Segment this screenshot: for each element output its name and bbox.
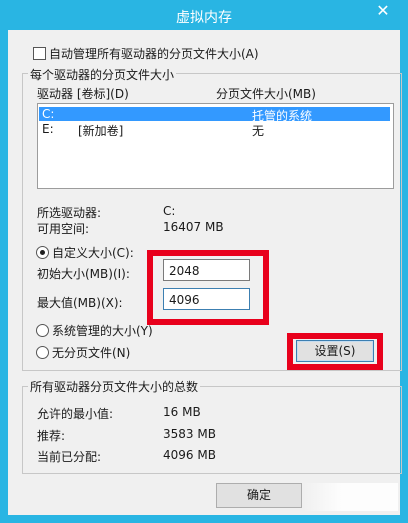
initial-size-label: 初始大小(MB)(I): — [37, 267, 130, 281]
highlight-box-size-inputs — [147, 250, 269, 325]
min-allowed-label: 允许的最小值: — [37, 407, 114, 421]
title-bar[interactable]: 虚拟内存 ✕ — [0, 0, 408, 30]
custom-size-label[interactable]: 自定义大小(C): — [52, 244, 134, 261]
no-paging-file-radio[interactable] — [36, 346, 49, 359]
window-frame-bottom — [0, 515, 408, 523]
free-space-label: 可用空间: — [37, 222, 90, 236]
drive-letter: C: — [42, 107, 55, 121]
custom-size-radio[interactable] — [36, 246, 49, 259]
selected-drive-value: C: — [163, 204, 176, 218]
auto-manage-label[interactable]: 自动管理所有驱动器的分页文件大小(A) — [49, 45, 259, 62]
drive-column-header: 驱动器 [卷标](D) — [37, 87, 129, 101]
free-space-value: 16407 MB — [163, 220, 224, 234]
currently-allocated-value: 4096 MB — [163, 448, 216, 462]
size-column-header: 分页文件大小(MB) — [216, 87, 316, 101]
watermark — [303, 483, 398, 511]
drive-volume-label: [新加卷] — [78, 124, 124, 138]
window-title: 虚拟内存 — [176, 10, 232, 26]
system-managed-label[interactable]: 系统管理的大小(Y) — [52, 322, 153, 339]
ok-button[interactable]: 确定 — [216, 483, 302, 508]
drive-letter: E: — [42, 122, 54, 136]
totals-group-title: 所有驱动器分页文件大小的总数 — [28, 378, 201, 395]
recommended-label: 推荐: — [37, 429, 66, 443]
drive-size: 无 — [252, 124, 265, 138]
per-drive-group-title: 每个驱动器的分页文件大小 — [28, 66, 177, 83]
no-paging-file-label[interactable]: 无分页文件(N) — [52, 344, 130, 361]
recommended-value: 3583 MB — [163, 427, 216, 441]
highlight-box-set-button — [287, 333, 383, 370]
window-frame-left — [0, 30, 8, 523]
auto-manage-checkbox[interactable] — [33, 47, 46, 60]
system-managed-radio[interactable] — [36, 324, 49, 337]
selected-drive-label: 所选驱动器: — [37, 206, 102, 220]
close-icon[interactable]: ✕ — [368, 1, 398, 21]
drive-list[interactable]: C: 托管的系统 E: [新加卷] 无 — [37, 103, 394, 189]
currently-allocated-label: 当前已分配: — [37, 450, 102, 464]
max-size-label: 最大值(MB)(X): — [37, 296, 123, 310]
list-item[interactable]: E: [新加卷] 无 — [39, 122, 390, 138]
list-item[interactable]: C: 托管的系统 — [39, 107, 390, 123]
min-allowed-value: 16 MB — [163, 405, 201, 419]
